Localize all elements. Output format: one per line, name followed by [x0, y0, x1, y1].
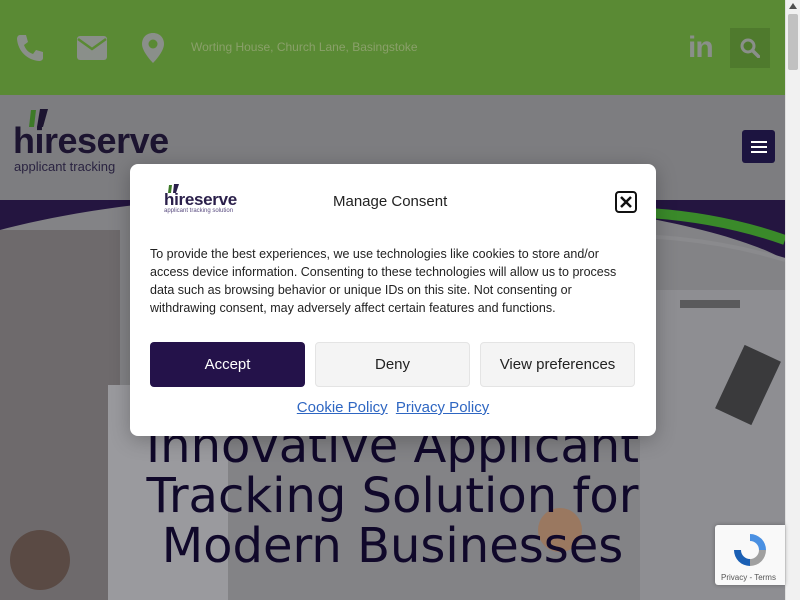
consent-description: To provide the best experiences, we use …	[150, 247, 617, 315]
close-button[interactable]	[615, 191, 637, 213]
hero-title: Innovative Applicant Tracking Solution f…	[145, 418, 640, 574]
linkedin-icon[interactable]: in	[688, 30, 724, 66]
scrollbar[interactable]	[785, 0, 800, 600]
menu-icon-bar	[750, 145, 767, 148]
modal-logo-tagline: applicant tracking solution	[164, 208, 234, 214]
search-icon	[740, 38, 760, 58]
view-preferences-button[interactable]: View preferences	[480, 342, 635, 387]
top-bar: Worting House, Church Lane, Basingstoke …	[0, 0, 785, 95]
menu-icon-bar	[750, 140, 767, 143]
phone-icon[interactable]	[10, 28, 50, 68]
address-text: Worting House, Church Lane, Basingstoke	[191, 40, 418, 54]
scroll-thumb[interactable]	[788, 14, 798, 70]
recaptcha-logo-icon	[734, 534, 766, 566]
accept-button[interactable]: Accept	[150, 342, 305, 387]
envelope-icon[interactable]	[72, 28, 112, 68]
logo-tagline: applicant tracking	[14, 159, 116, 174]
scroll-up-arrow-icon[interactable]	[789, 3, 797, 9]
privacy-policy-link[interactable]: Privacy Policy	[396, 399, 489, 416]
policy-links: Cookie Policy Privacy Policy	[130, 399, 656, 416]
deny-button[interactable]: Deny	[315, 342, 470, 387]
cookie-policy-link[interactable]: Cookie Policy	[297, 399, 388, 416]
modal-logo-wordmark: hireserve	[164, 190, 237, 209]
recaptcha-links[interactable]: Privacy - Terms	[721, 573, 776, 582]
consent-modal: hireserve applicant tracking solution Ma…	[130, 164, 656, 436]
modal-title: Manage Consent	[333, 193, 448, 210]
menu-icon-bar	[750, 150, 767, 153]
recaptcha-badge[interactable]: Privacy - Terms	[715, 525, 785, 585]
search-button[interactable]	[730, 28, 770, 68]
map-marker-icon[interactable]	[133, 28, 173, 68]
logo-wordmark[interactable]: hireserve	[13, 120, 169, 162]
close-icon	[620, 196, 632, 208]
hamburger-menu-button[interactable]	[742, 130, 775, 163]
